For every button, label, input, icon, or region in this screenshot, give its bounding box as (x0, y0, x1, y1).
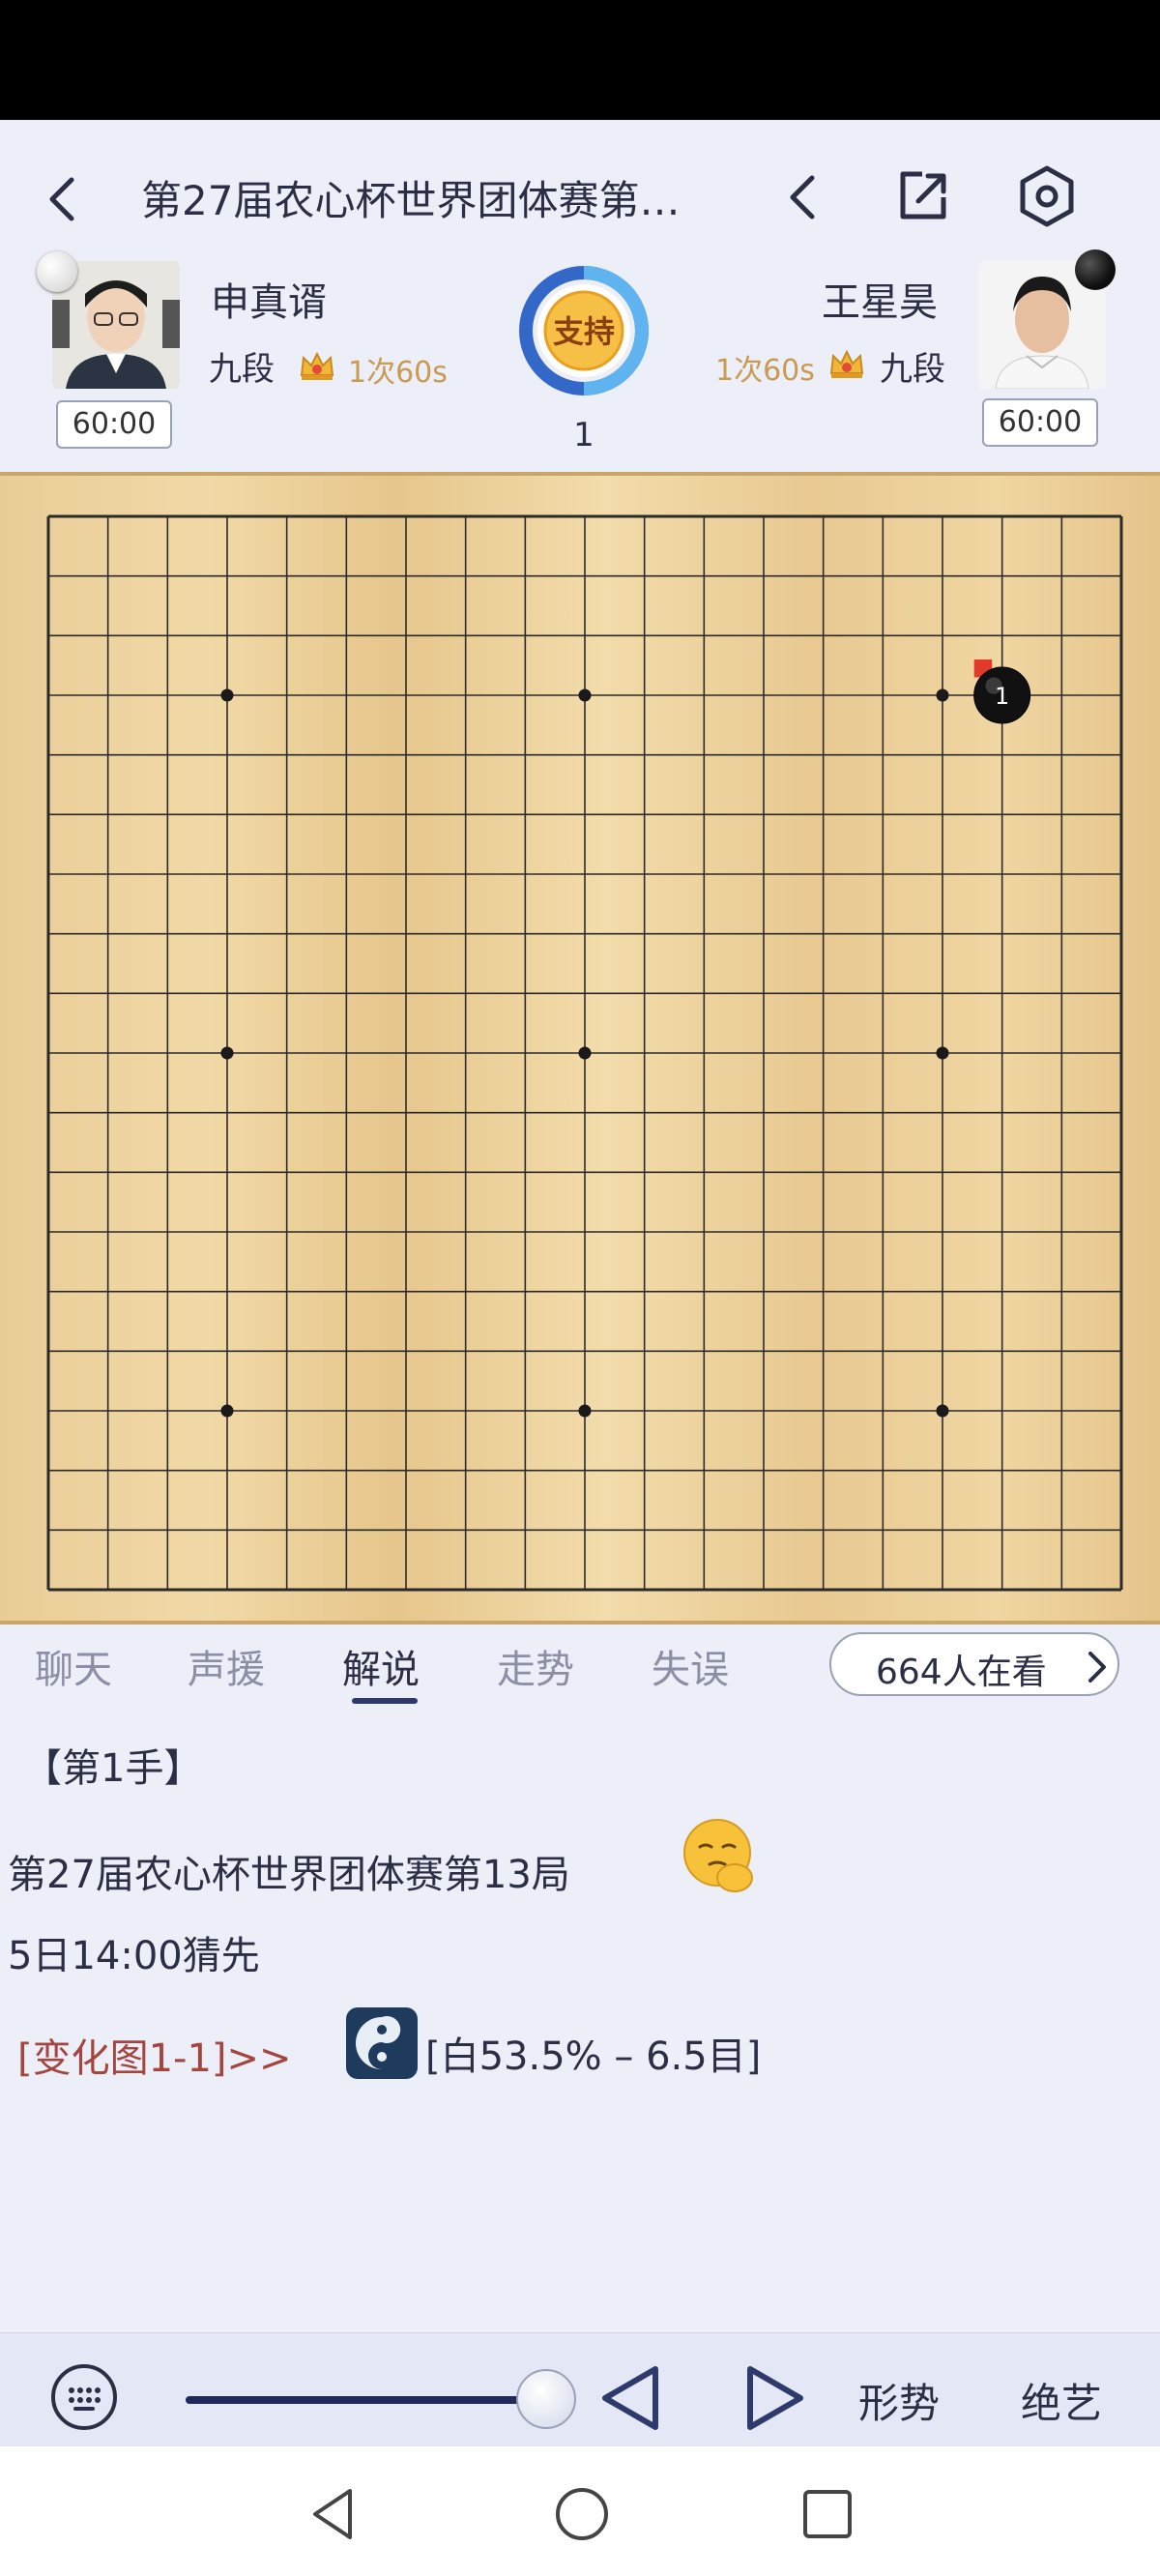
winrate-text: [白53.5% – 6.5目] (425, 2034, 762, 2079)
ai-logo-icon (346, 2007, 418, 2079)
move-header: 【第1手】 (23, 1746, 203, 1791)
star-point (220, 688, 234, 702)
black-stone-icon (1075, 249, 1116, 290)
tab-trend[interactable]: 走势 (497, 1638, 574, 1694)
thinking-emoji-icon (683, 1819, 753, 1892)
star-point (220, 1404, 234, 1418)
tab-chat[interactable]: 聊天 (35, 1638, 112, 1694)
white-player-rank: 九段 (209, 350, 275, 389)
share-button[interactable] (893, 166, 953, 226)
black-player-rank: 九段 (880, 350, 945, 389)
settings-hexagon-icon (1020, 165, 1074, 227)
nav-recents-icon[interactable] (800, 2487, 855, 2541)
chevron-right-icon (1088, 1652, 1106, 1683)
ai-logo-shape (356, 2016, 401, 2069)
crown-icon (829, 349, 864, 378)
ai-analysis-button[interactable]: 绝艺 (1021, 2371, 1102, 2430)
black-player-name: 王星昊 (822, 280, 938, 325)
white-byoyomi: 1次60s (348, 356, 448, 390)
chevron-left-icon (790, 175, 815, 220)
triangle-right-icon[interactable] (740, 2361, 810, 2435)
white-clock: 60:00 (56, 400, 172, 449)
active-tab-indicator (352, 1698, 418, 1704)
triangle-left-icon[interactable] (595, 2361, 665, 2435)
viewers-count: 664人在看 (876, 1653, 1047, 1692)
star-point (936, 1404, 949, 1418)
star-point (578, 1404, 592, 1418)
move-slider-handle[interactable] (516, 2369, 576, 2429)
keyboard-icon[interactable] (48, 2361, 120, 2433)
share-icon (900, 171, 946, 220)
situation-button[interactable]: 形势 (858, 2371, 940, 2430)
star-point (936, 688, 949, 702)
prev-game-button[interactable] (779, 168, 829, 226)
event-line: 第27届农心杯世界团体赛第13局 (8, 1853, 570, 1897)
white-player-name: 申真谞 (211, 280, 327, 325)
time-line: 5日14:00猜先 (8, 1934, 260, 1978)
nav-back-icon[interactable] (307, 2485, 362, 2543)
support-button[interactable]: 支持 (516, 263, 652, 398)
back-button[interactable] (39, 170, 89, 228)
chevron-left-icon (49, 177, 74, 221)
tab-mistakes[interactable]: 失误 (652, 1638, 729, 1694)
tab-cheer[interactable]: 声援 (188, 1638, 265, 1694)
move-slider-track[interactable] (186, 2396, 545, 2404)
playback-controls (0, 2332, 1160, 2446)
move-number: 1 (573, 416, 594, 454)
star-point (220, 1046, 234, 1060)
black-byoyomi: 1次60s (715, 354, 815, 388)
page-title: 第27届农心杯世界团体赛第… (141, 177, 681, 224)
support-label: 支持 (552, 313, 615, 350)
black-stone: 1 (973, 666, 1031, 724)
star-point (578, 688, 592, 702)
viewers-button[interactable]: 664人在看 (829, 1632, 1119, 1696)
settings-button[interactable] (1015, 164, 1079, 228)
black-clock: 60:00 (982, 398, 1098, 447)
status-bar (0, 0, 1160, 120)
variation-link[interactable]: [变化图1-1]>> (17, 2027, 292, 2083)
star-point (578, 1046, 592, 1060)
go-board[interactable]: 1 (0, 472, 1160, 1625)
crown-icon (300, 351, 334, 380)
white-stone-icon (37, 251, 77, 292)
star-point (936, 1046, 949, 1060)
board-grid: 1 (46, 514, 1123, 1592)
nav-home-icon[interactable] (553, 2485, 611, 2543)
tab-commentary[interactable]: 解说 (342, 1638, 420, 1694)
stone-move-number: 1 (995, 683, 1009, 710)
